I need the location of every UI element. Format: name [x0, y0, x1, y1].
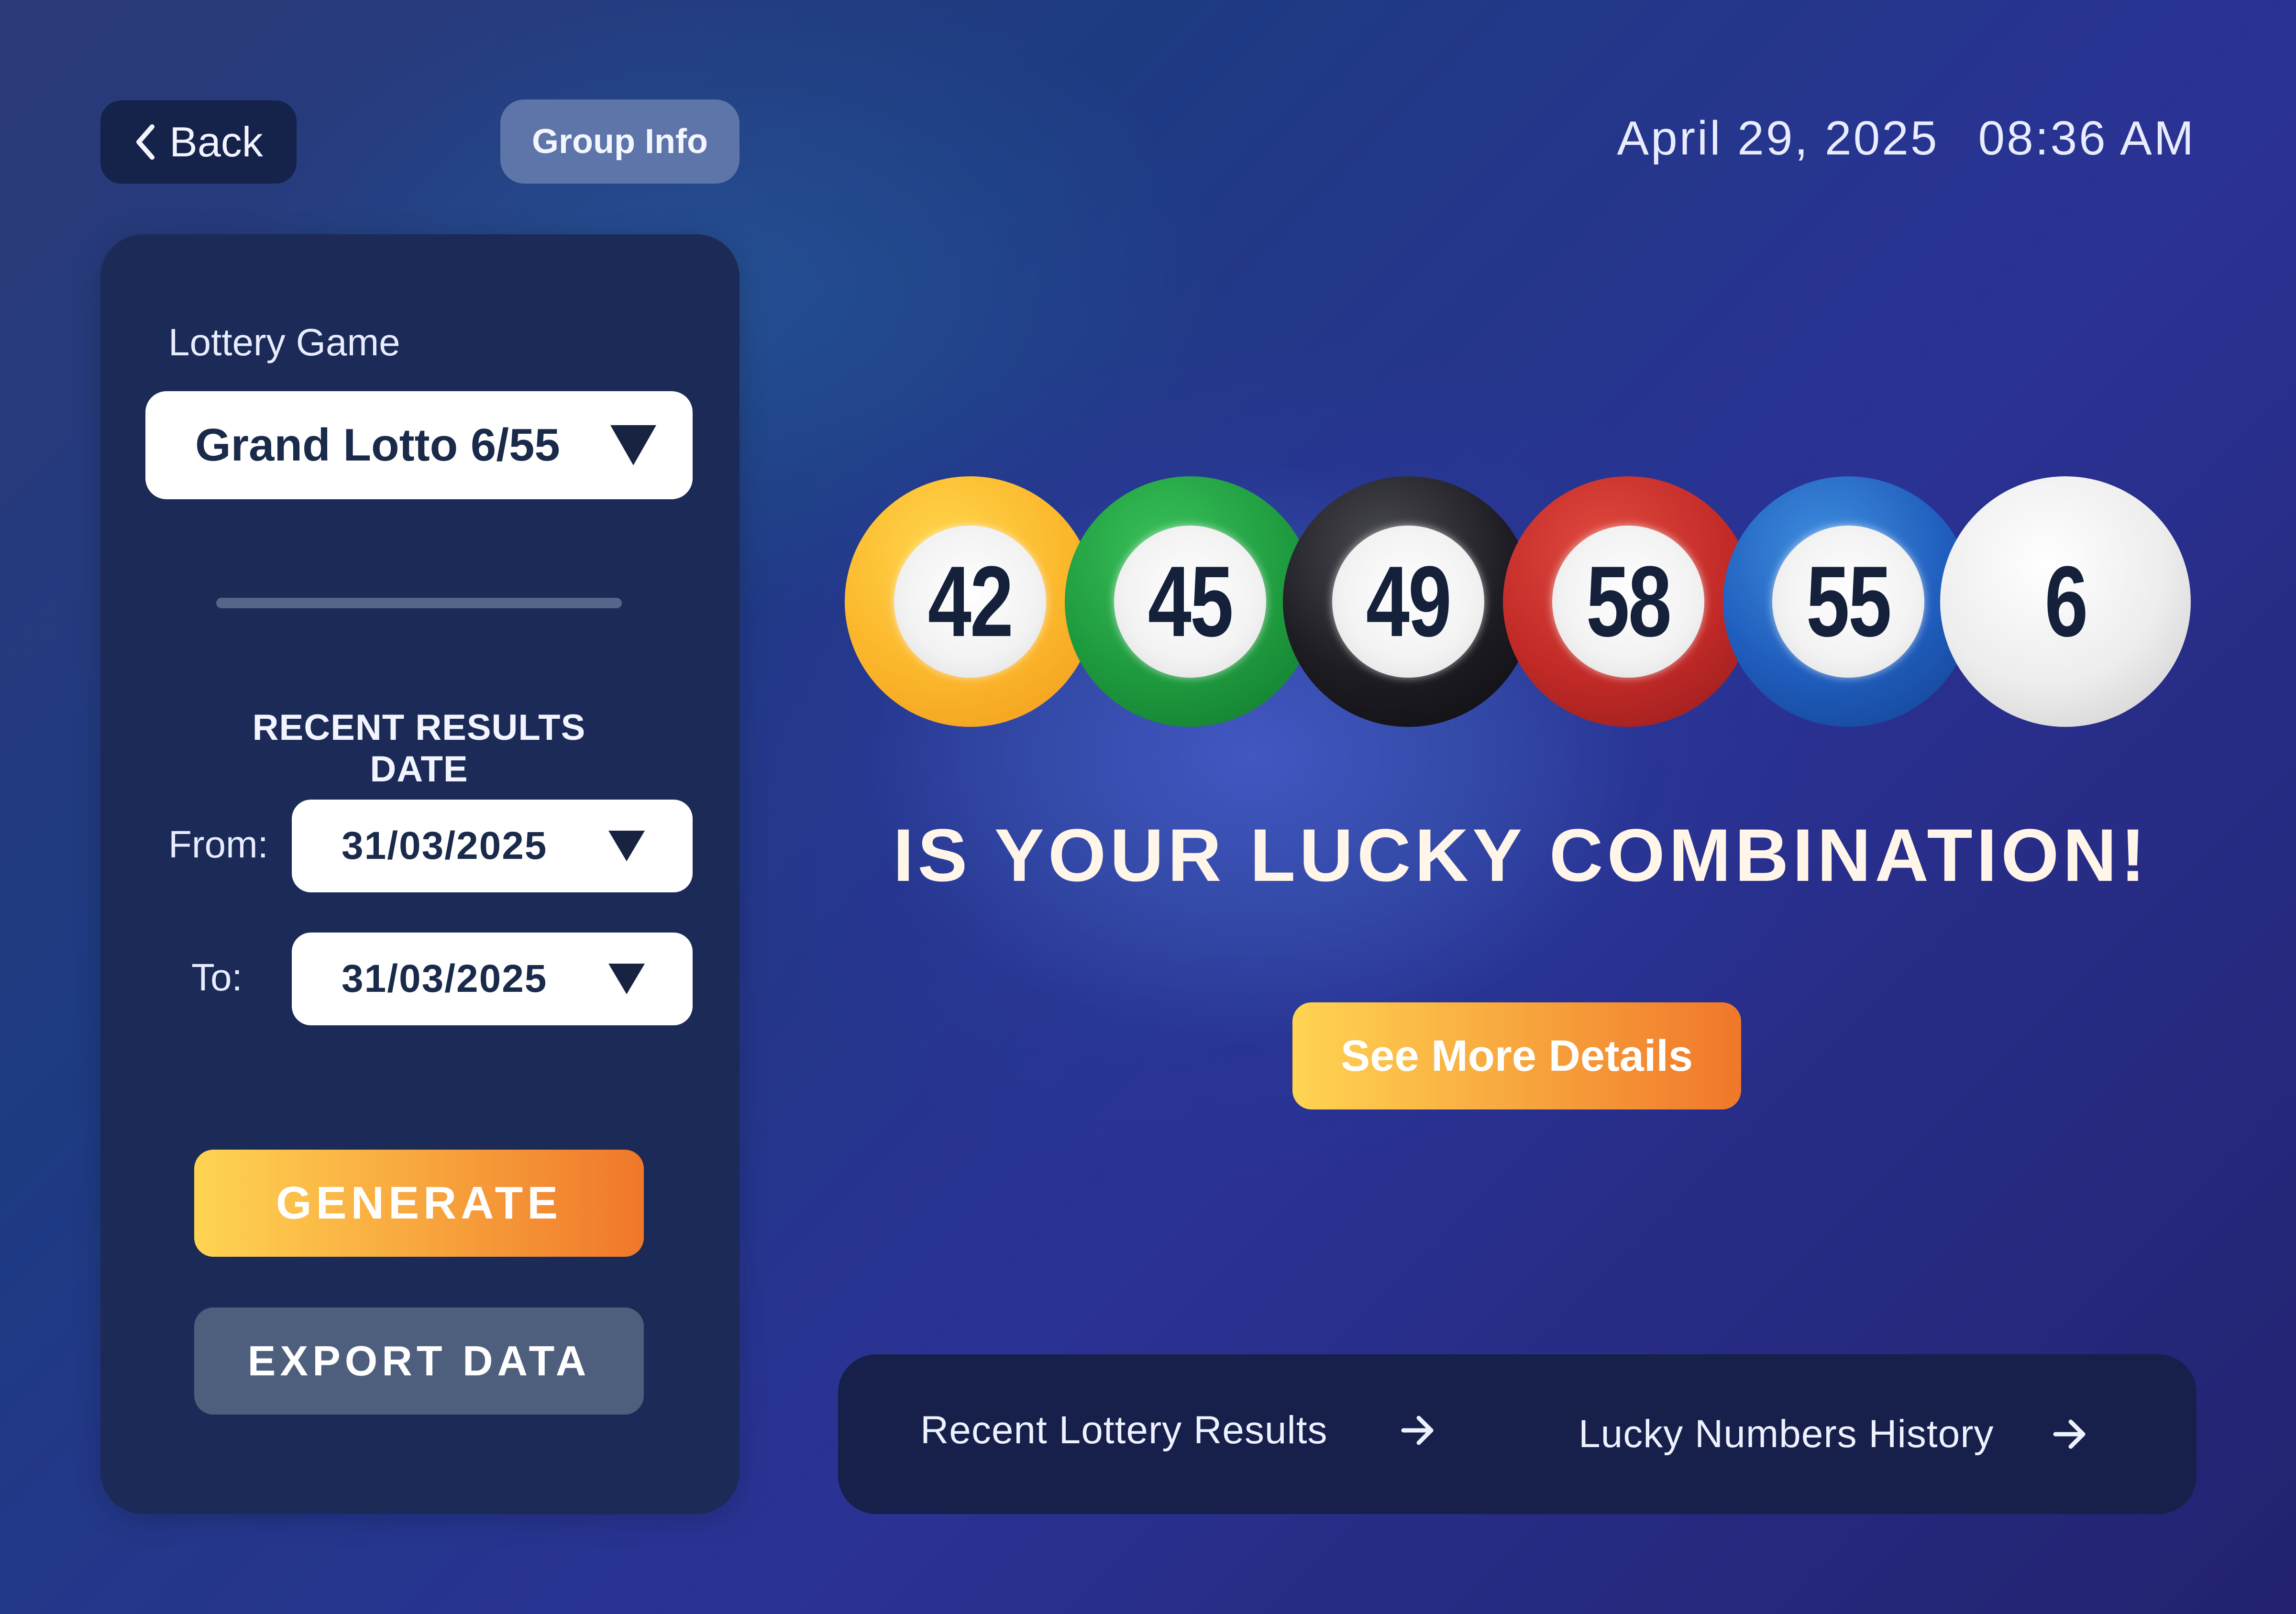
- lottery-ball: 45: [1065, 476, 1315, 727]
- lucky-combination-headline: IS YOUR LUCKY COMBINATION!: [893, 814, 2150, 897]
- arrow-right-icon: [2053, 1419, 2086, 1449]
- dropdown-arrow-icon: [608, 831, 645, 861]
- back-button[interactable]: Back: [100, 100, 297, 184]
- to-date-select[interactable]: 31/03/2025: [292, 933, 693, 1025]
- ball-face: 49: [1332, 526, 1484, 678]
- divider: [216, 598, 622, 608]
- current-date: April 29, 2025: [1617, 111, 1939, 165]
- lottery-ball: 58: [1503, 476, 1754, 727]
- from-date-value: 31/03/2025: [342, 824, 548, 867]
- recent-results-date-label: RECENT RESULTS DATE: [252, 707, 586, 790]
- group-info-button[interactable]: Group Info: [500, 99, 740, 184]
- ball-number: 58: [1586, 545, 1672, 658]
- lottery-game-label: Lottery Game: [168, 321, 400, 363]
- ball-face: 42: [894, 526, 1046, 678]
- back-label: Back: [169, 118, 263, 165]
- arrow-right-icon: [1401, 1416, 1433, 1445]
- ball-number: 55: [1806, 545, 1892, 658]
- generate-button[interactable]: GENERATE: [194, 1150, 644, 1257]
- lottery-ball: 49: [1283, 476, 1534, 727]
- recent-lottery-results-label: Recent Lottery Results: [920, 1408, 1328, 1452]
- from-label: From:: [168, 823, 268, 866]
- datetime: April 29, 2025 08:36 AM: [1617, 111, 2196, 173]
- dropdown-arrow-icon: [608, 964, 645, 994]
- chevron-left-icon: [136, 124, 155, 160]
- to-date-value: 31/03/2025: [342, 957, 548, 1000]
- lucky-numbers-history-link[interactable]: Lucky Numbers History: [1578, 1412, 2088, 1457]
- recent-lottery-results-link[interactable]: Recent Lottery Results: [920, 1408, 1436, 1453]
- ball-face: 6: [1989, 526, 2141, 678]
- ball-face: 55: [1772, 526, 1924, 678]
- quick-links-bar: Recent Lottery Results Lucky Numbers His…: [838, 1354, 2197, 1514]
- lottery-ball: 6: [1940, 476, 2191, 727]
- from-date-select[interactable]: 31/03/2025: [292, 800, 693, 892]
- lucky-numbers-history-label: Lucky Numbers History: [1578, 1412, 1994, 1456]
- see-more-details-button[interactable]: See More Details: [1292, 1002, 1741, 1109]
- to-label: To:: [191, 956, 243, 999]
- ball-number: 42: [928, 545, 1014, 658]
- ball-number: 49: [1366, 545, 1452, 658]
- lottery-ball: 55: [1723, 476, 1974, 727]
- ball-number: 45: [1148, 545, 1234, 658]
- lottery-ball: 42: [845, 476, 1095, 727]
- ball-face: 58: [1552, 526, 1704, 678]
- ball-number: 6: [2044, 545, 2088, 658]
- lottery-game-select[interactable]: Grand Lotto 6/55: [145, 391, 693, 499]
- ball-face: 45: [1114, 526, 1266, 678]
- dropdown-arrow-icon: [610, 425, 656, 465]
- current-time: 08:36 AM: [1978, 111, 2196, 165]
- export-data-button[interactable]: EXPORT DATA: [194, 1307, 644, 1415]
- lottery-game-value: Grand Lotto 6/55: [195, 419, 560, 471]
